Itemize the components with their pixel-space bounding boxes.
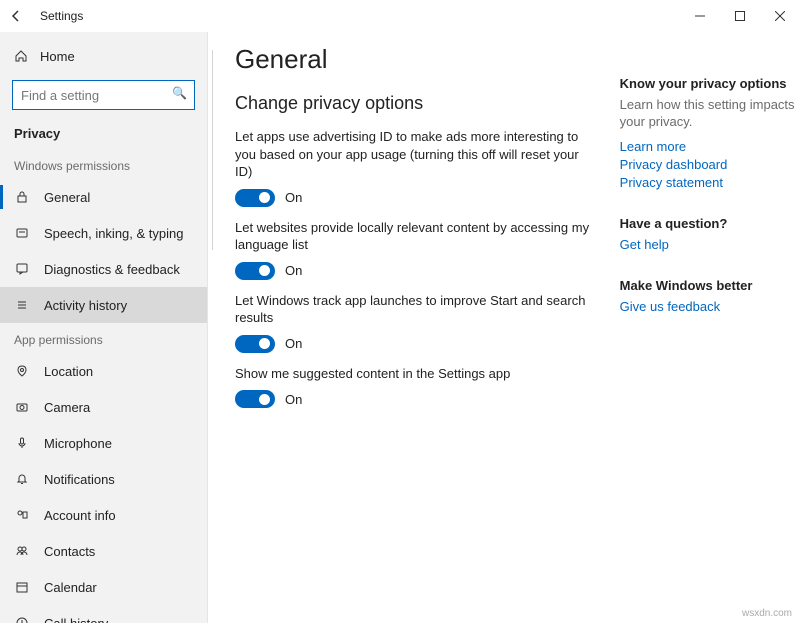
- option-track-launches: Let Windows track app launches to improv…: [235, 292, 596, 353]
- option-description: Let apps use advertising ID to make ads …: [235, 128, 596, 181]
- list-icon: [14, 297, 30, 313]
- sidebar-item-calendar[interactable]: Calendar: [0, 569, 207, 605]
- option-description: Let websites provide locally relevant co…: [235, 219, 596, 254]
- location-icon: [14, 363, 30, 379]
- toggle-suggested-content[interactable]: [235, 390, 275, 408]
- calendar-icon: [14, 579, 30, 595]
- watermark: wsxdn.com: [742, 608, 792, 619]
- section-label-privacy: Privacy: [0, 120, 207, 149]
- back-arrow-icon: [9, 9, 23, 23]
- minimize-button[interactable]: [680, 0, 720, 32]
- option-description: Show me suggested content in the Setting…: [235, 365, 596, 383]
- aside-panel: Know your privacy options Learn how this…: [620, 44, 800, 623]
- title-bar: Settings: [0, 0, 800, 32]
- home-label: Home: [40, 49, 75, 64]
- search-input[interactable]: [12, 80, 195, 110]
- window-title: Settings: [32, 9, 680, 23]
- nav-label: Notifications: [44, 472, 115, 487]
- option-suggested-content: Show me suggested content in the Setting…: [235, 365, 596, 409]
- speech-icon: [14, 225, 30, 241]
- nav-label: Contacts: [44, 544, 95, 559]
- contacts-icon: [14, 543, 30, 559]
- back-button[interactable]: [0, 0, 32, 32]
- feedback-icon: [14, 261, 30, 277]
- sidebar-item-activity-history[interactable]: Activity history: [0, 287, 207, 323]
- vertical-divider: [212, 50, 213, 250]
- toggle-track-launches[interactable]: [235, 335, 275, 353]
- nav-label: Speech, inking, & typing: [44, 226, 183, 241]
- sidebar-item-general[interactable]: General: [0, 179, 207, 215]
- sidebar: Home 🔍 Privacy Windows permissions Gener…: [0, 32, 208, 623]
- group-label-app-permissions: App permissions: [0, 323, 207, 353]
- nav-label: Account info: [44, 508, 116, 523]
- link-learn-more[interactable]: Learn more: [620, 139, 800, 154]
- sidebar-item-account-info[interactable]: Account info: [0, 497, 207, 533]
- nav-label: Call history: [44, 616, 108, 623]
- link-get-help[interactable]: Get help: [620, 237, 800, 252]
- link-privacy-dashboard[interactable]: Privacy dashboard: [620, 157, 800, 172]
- toggle-state: On: [285, 263, 302, 278]
- camera-icon: [14, 399, 30, 415]
- microphone-icon: [14, 435, 30, 451]
- toggle-state: On: [285, 190, 302, 205]
- lock-icon: [14, 189, 30, 205]
- toggle-state: On: [285, 336, 302, 351]
- bell-icon: [14, 471, 30, 487]
- nav-label: Microphone: [44, 436, 112, 451]
- main-content: General Change privacy options Let apps …: [235, 44, 596, 623]
- sidebar-item-contacts[interactable]: Contacts: [0, 533, 207, 569]
- sidebar-item-call-history[interactable]: Call history: [0, 605, 207, 623]
- aside-title-question: Have a question?: [620, 216, 800, 231]
- group-label-windows-permissions: Windows permissions: [0, 149, 207, 179]
- sidebar-item-location[interactable]: Location: [0, 353, 207, 389]
- page-subtitle: Change privacy options: [235, 93, 596, 114]
- option-advertising-id: Let apps use advertising ID to make ads …: [235, 128, 596, 207]
- link-privacy-statement[interactable]: Privacy statement: [620, 175, 800, 190]
- nav-label: Diagnostics & feedback: [44, 262, 180, 277]
- sidebar-item-notifications[interactable]: Notifications: [0, 461, 207, 497]
- nav-label: Location: [44, 364, 93, 379]
- toggle-language-list[interactable]: [235, 262, 275, 280]
- link-give-feedback[interactable]: Give us feedback: [620, 299, 800, 314]
- option-language-list: Let websites provide locally relevant co…: [235, 219, 596, 280]
- toggle-advertising-id[interactable]: [235, 189, 275, 207]
- sidebar-item-diagnostics[interactable]: Diagnostics & feedback: [0, 251, 207, 287]
- aside-desc: Learn how this setting impacts your priv…: [620, 97, 800, 131]
- sidebar-item-camera[interactable]: Camera: [0, 389, 207, 425]
- account-icon: [14, 507, 30, 523]
- nav-label: General: [44, 190, 90, 205]
- sidebar-item-home[interactable]: Home: [0, 38, 207, 74]
- maximize-button[interactable]: [720, 0, 760, 32]
- nav-label: Activity history: [44, 298, 127, 313]
- page-title: General: [235, 44, 596, 75]
- nav-label: Calendar: [44, 580, 97, 595]
- nav-label: Camera: [44, 400, 90, 415]
- close-button[interactable]: [760, 0, 800, 32]
- option-description: Let Windows track app launches to improv…: [235, 292, 596, 327]
- aside-title-feedback: Make Windows better: [620, 278, 800, 293]
- sidebar-item-microphone[interactable]: Microphone: [0, 425, 207, 461]
- home-icon: [14, 49, 28, 63]
- toggle-state: On: [285, 392, 302, 407]
- history-icon: [14, 615, 30, 623]
- aside-title-privacy: Know your privacy options: [620, 76, 800, 91]
- sidebar-item-speech[interactable]: Speech, inking, & typing: [0, 215, 207, 251]
